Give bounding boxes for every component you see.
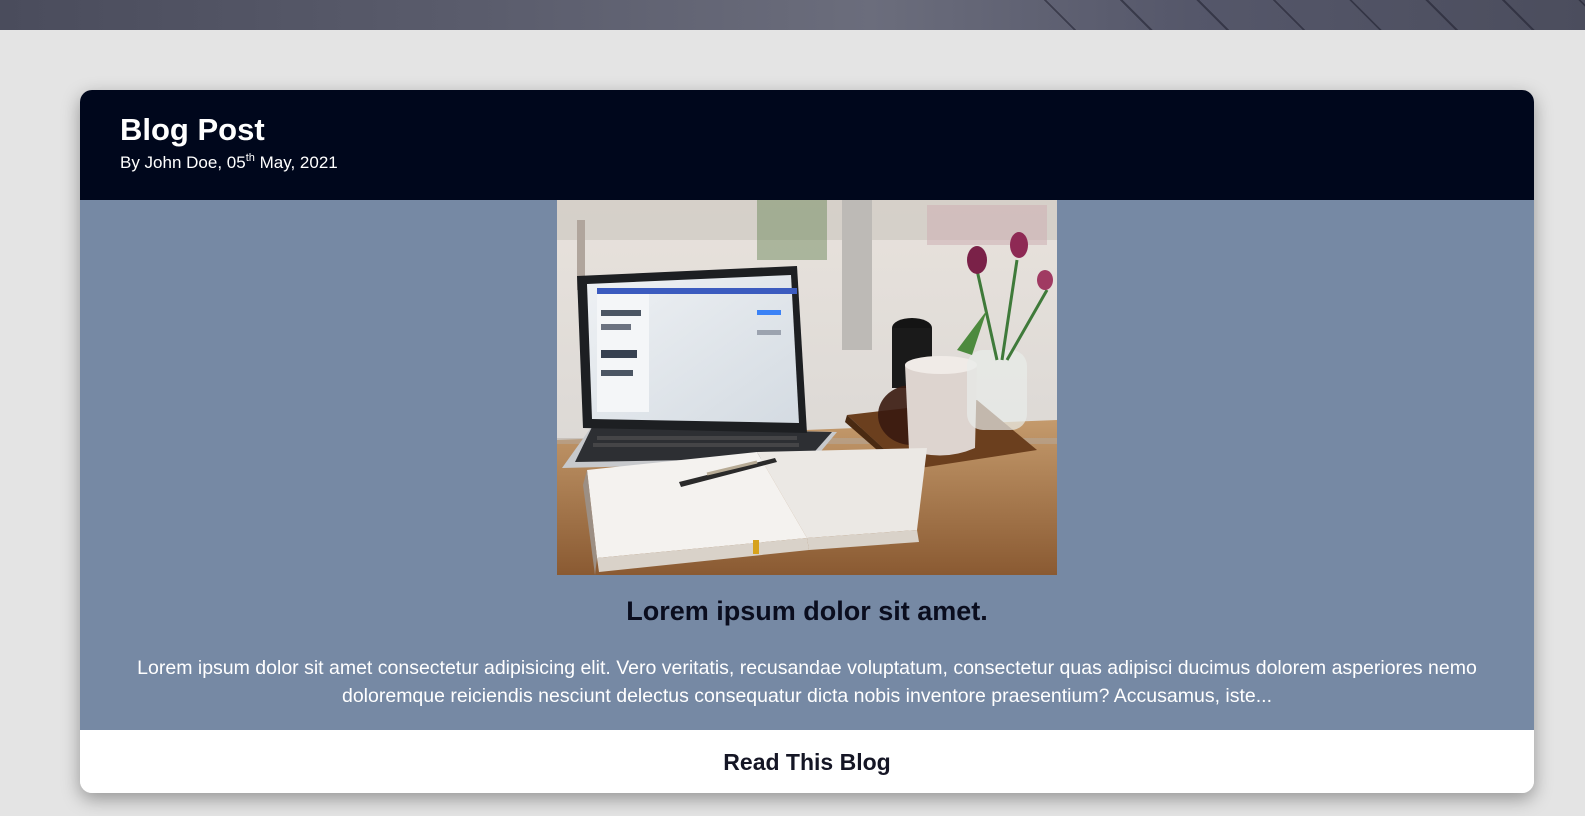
blog-photo bbox=[557, 200, 1057, 575]
post-excerpt: Lorem ipsum dolor sit amet consectetur a… bbox=[137, 657, 1477, 707]
blog-card: Blog Post By John Doe, 05th May, 2021 Lo… bbox=[80, 90, 1534, 793]
card-title: Blog Post bbox=[120, 112, 265, 147]
byline: By John Doe, 05th May, 2021 bbox=[120, 153, 338, 173]
byline-ordinal: th bbox=[245, 152, 255, 164]
byline-prefix: By John Doe, 05 bbox=[120, 153, 246, 172]
byline-suffix: May, 2021 bbox=[254, 153, 338, 172]
card-body: Lorem ipsum dolor sit amet. Lorem ipsum … bbox=[80, 200, 1534, 730]
header-banner-image bbox=[0, 0, 1585, 30]
card-header: Blog Post By John Doe, 05th May, 2021 bbox=[80, 90, 1534, 200]
post-heading: Lorem ipsum dolor sit amet. bbox=[626, 596, 988, 626]
read-blog-button[interactable]: Read This Blog bbox=[80, 730, 1534, 793]
